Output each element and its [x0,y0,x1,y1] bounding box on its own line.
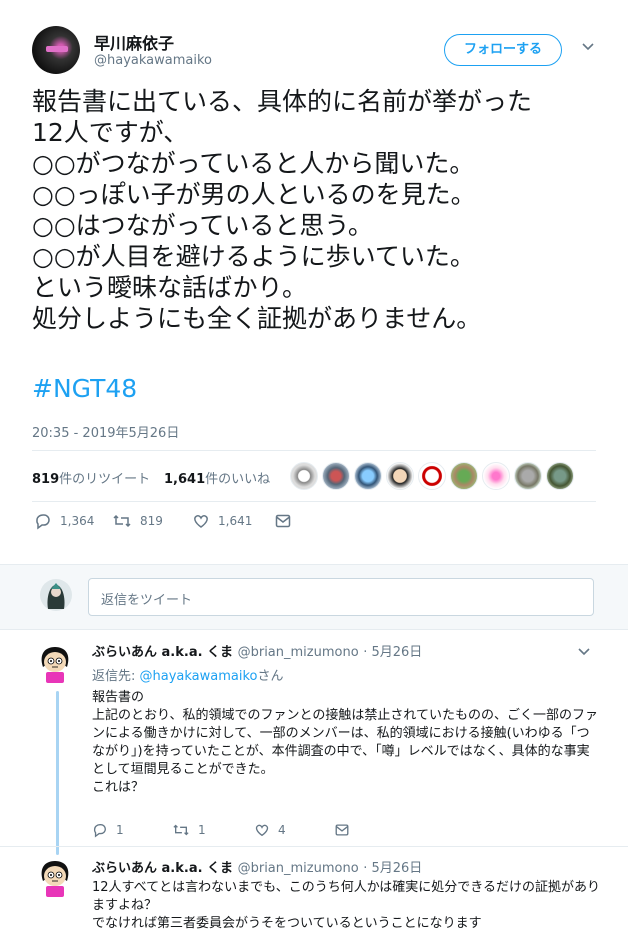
like-count-action: 1,641 [218,514,253,528]
like-stat[interactable]: 1,641件のいいね [164,468,270,487]
reply-author-handle: @brian_mizumono [237,645,359,660]
retweet-icon [173,824,189,836]
liker-avatar[interactable] [482,462,510,490]
like-button[interactable]: 4 [254,821,286,839]
tweet-text: 報告書に出ている、具体的に名前が挙がった 12人ですが、 ○○がつながっていると… [32,87,533,333]
dm-icon [275,514,291,528]
reply-input[interactable]: 返信をツイート [88,578,594,616]
dm-button[interactable] [334,821,350,839]
retweet-label: 件のリツイート [59,472,151,487]
liker-avatar[interactable] [386,462,414,490]
reply-text: 報告書の 上記のとおり、私的領域でのファンとの接触は禁止されていたものの、ごく一… [92,690,598,795]
reply-author-display-name: ぶらいあん a.k.a. くま [92,861,234,876]
follow-button[interactable]: フォローする [444,34,562,66]
reply-author-avatar[interactable] [34,643,76,685]
reply-author-name[interactable]: ぶらいあん a.k.a. くま @brian_mizumono · 5月26日 [92,857,422,876]
retweet-button[interactable]: 819 [112,510,163,532]
liker-avatar[interactable] [514,462,542,490]
reply-author-name[interactable]: ぶらいあん a.k.a. くま @brian_mizumono · 5月26日 [92,641,422,660]
reply-to-prefix: 返信先: [92,669,140,684]
reply-time[interactable]: · 5月26日 [363,861,422,876]
reply-icon [93,824,106,838]
author-display-name[interactable]: 早川麻依子 [94,30,174,54]
caret-down-icon[interactable] [576,643,592,659]
reply-to-suffix: さん [257,669,284,684]
like-label: 件のいいね [205,472,271,487]
reply-button[interactable]: 1,364 [34,510,94,532]
reply-tweet[interactable]: ぶらいあん a.k.a. くま @brian_mizumono · 5月26日 … [0,847,628,951]
reply-icon [36,514,50,530]
liker-avatar[interactable] [290,462,318,490]
liker-avatar[interactable] [354,462,382,490]
tweet-stats: 819件のリツイート 1,641件のいいね [32,450,596,502]
like-icon [194,515,208,528]
reply-author-handle: @brian_mizumono [237,861,359,876]
retweet-icon [113,514,131,528]
author-avatar[interactable] [32,26,80,74]
tweet-timestamp[interactable]: 20:35 - 2019年5月26日 [32,422,179,441]
reply-button[interactable]: 1 [92,821,124,839]
reply-count: 1,364 [60,514,95,528]
reply-count: 1 [116,823,124,837]
author-screen-name[interactable]: @hayakawamaiko [94,53,212,68]
thread-line [56,691,59,855]
reply-to-handle-link[interactable]: @hayakawamaiko [140,669,258,684]
hashtag-link[interactable]: #NGT48 [32,374,137,403]
liker-avatar[interactable] [546,462,574,490]
retweet-button[interactable]: 1 [172,821,206,839]
reply-to-line: 返信先: @hayakawamaikoさん [92,665,284,684]
retweet-stat[interactable]: 819件のリツイート [32,468,150,487]
retweet-count-action: 819 [140,514,163,528]
reply-time[interactable]: · 5月26日 [363,645,422,660]
current-user-avatar[interactable] [40,579,72,611]
dm-icon [335,824,349,836]
liker-avatar[interactable] [322,462,350,490]
retweet-count: 819 [32,472,60,487]
dm-button[interactable] [274,510,292,532]
retweet-count: 1 [198,823,206,837]
reply-author-avatar[interactable] [34,857,76,899]
reply-text: 12人すべてとは言わないまでも、このうち何人かは確実に処分できるだけの証拠があり… [92,880,600,931]
like-button[interactable]: 1,641 [192,510,252,532]
like-icon [255,824,269,837]
reply-author-display-name: ぶらいあん a.k.a. くま [92,645,234,660]
like-count: 1,641 [164,472,206,487]
liker-avatar[interactable] [450,462,478,490]
tweet-header: 早川麻依子 @hayakawamaiko フォローする [32,26,602,76]
reply-tweet[interactable]: ぶらいあん a.k.a. くま @brian_mizumono · 5月26日 … [0,631,628,855]
reply-compose: 返信をツイート [0,564,628,630]
like-count: 4 [278,823,286,837]
tweet-actions: 1,364 819 1,641 [32,510,332,534]
liker-avatar[interactable] [418,462,446,490]
reply-actions: 1 1 4 [92,821,392,841]
caret-down-icon[interactable] [580,38,596,54]
